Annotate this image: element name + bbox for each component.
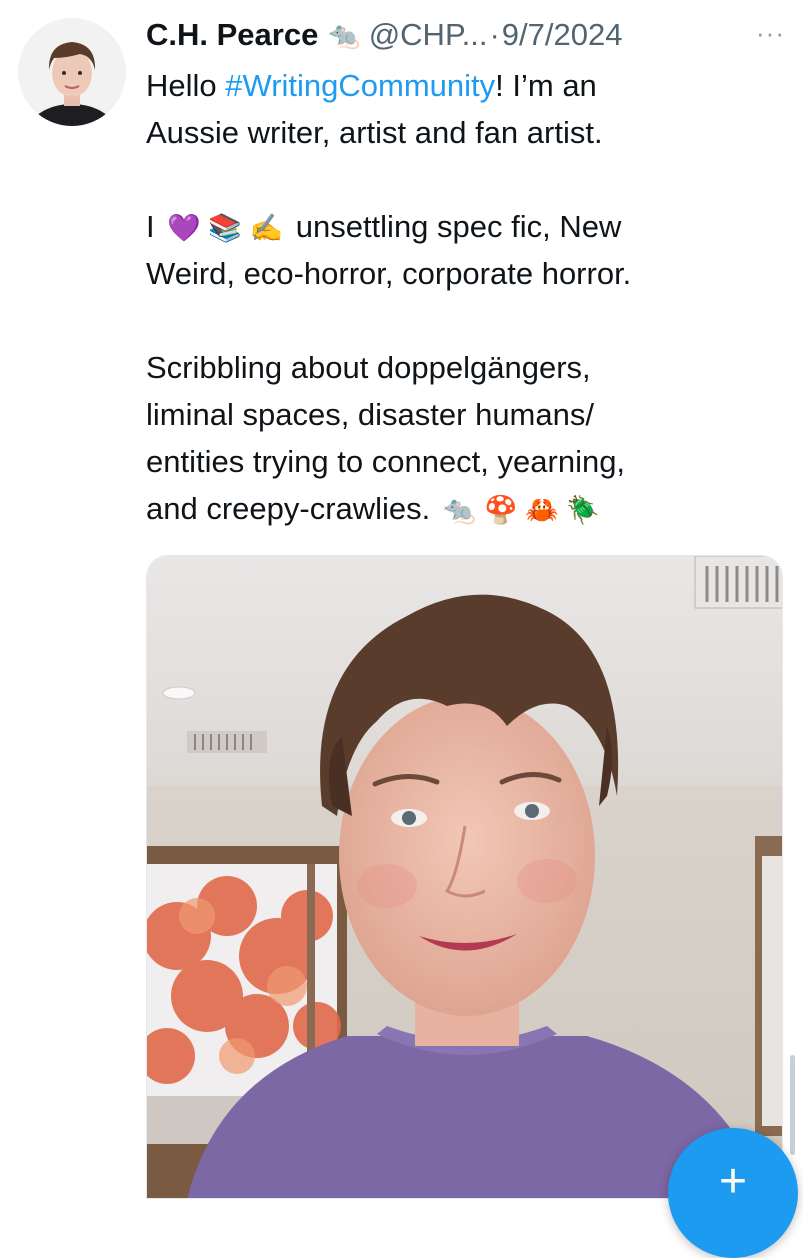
- avatar[interactable]: [18, 18, 126, 126]
- text-line: Aussie writer, artist and fan artist.: [146, 115, 603, 150]
- hashtag-link[interactable]: #WritingCommunity: [225, 68, 495, 103]
- compose-plus-icon[interactable]: +: [668, 1128, 798, 1258]
- text-line: liminal spaces, disaster humans/: [146, 397, 594, 432]
- text-line: Hello #WritingCommunity! I’m an: [146, 62, 786, 109]
- heart-book-writing-emoji-icon: 💜 📚 ✍️: [167, 213, 284, 243]
- text-line: Weird, eco-horror, corporate horror.: [146, 256, 632, 291]
- avatar-photo: [18, 18, 126, 126]
- text-fragment: I: [146, 209, 155, 244]
- post-date[interactable]: 9/7/2024: [502, 17, 623, 53]
- post-media-photo[interactable]: [146, 555, 783, 1199]
- selfie-photo: [147, 556, 782, 1198]
- text-line: entities trying to connect, yearning,: [146, 444, 626, 479]
- author-handle[interactable]: @CHP...: [369, 17, 488, 53]
- text-line: and creepy-crawlies. 🐀 🍄 🦀 🪲: [146, 485, 786, 532]
- scrollbar-thumb[interactable]: [790, 1055, 795, 1155]
- text-fragment: ! I’m an: [495, 68, 597, 103]
- rat-emoji-icon: 🐀: [328, 19, 361, 50]
- text-line: Scribbling about doppelgängers,: [146, 350, 591, 385]
- post-text: Hello #WritingCommunity! I’m an Aussie w…: [146, 62, 786, 532]
- post-header: C.H. Pearce 🐀 @CHP... · 9/7/2024 ···: [146, 10, 785, 60]
- rat-mushroom-crab-beetle-emoji-icon: 🐀 🍄 🦀 🪲: [442, 495, 600, 525]
- text-line: I 💜 📚 ✍️ unsettling spec fic, New: [146, 203, 786, 250]
- text-fragment: and creepy-crawlies.: [146, 491, 431, 526]
- author-name[interactable]: C.H. Pearce: [146, 17, 318, 53]
- text-fragment: Hello: [146, 68, 226, 103]
- separator-dot: ·: [489, 17, 500, 52]
- text-fragment: unsettling spec fic, New: [287, 209, 622, 244]
- more-options-icon[interactable]: ···: [756, 18, 785, 49]
